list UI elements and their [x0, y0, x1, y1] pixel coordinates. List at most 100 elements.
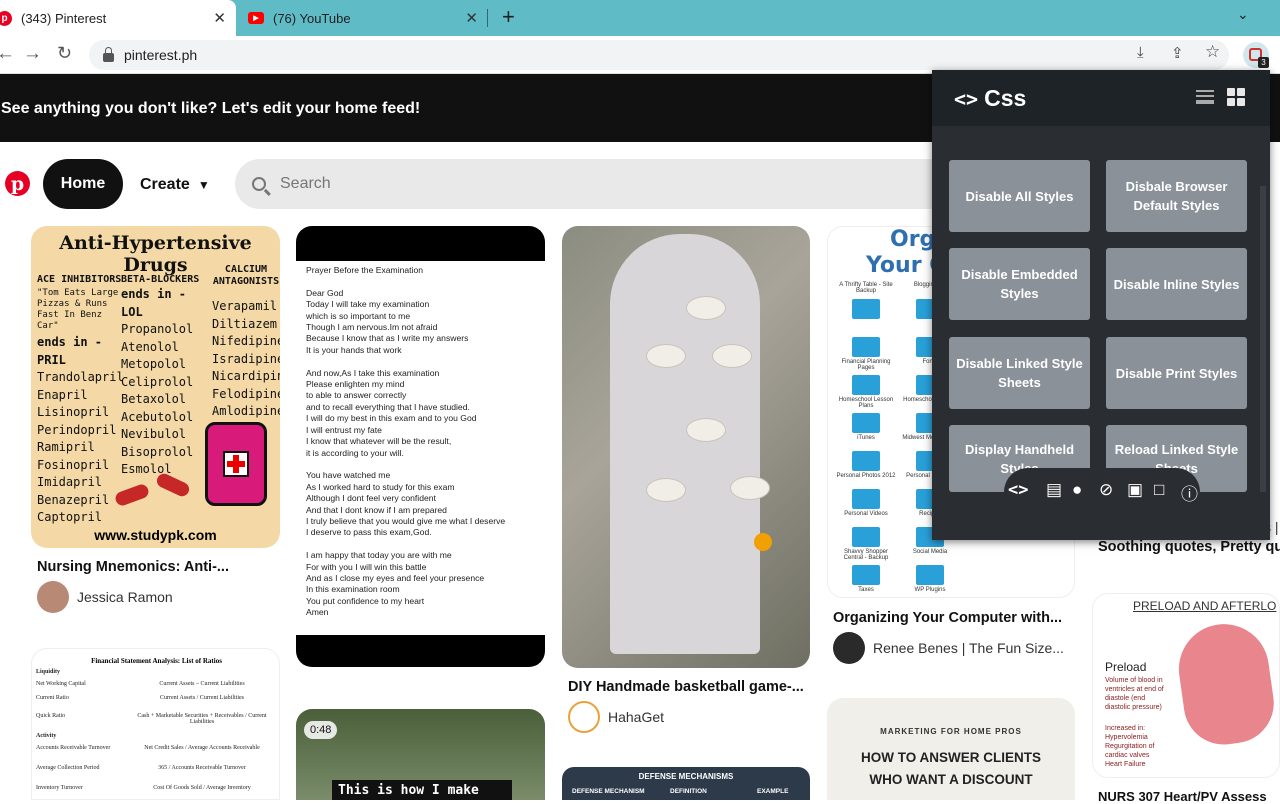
pin-title[interactable]: Nursing Mnemonics: Anti-...	[37, 559, 277, 575]
tab-pinterest[interactable]: p (343) Pinterest ✕	[0, 0, 236, 36]
drug-name: Nicardipine	[212, 369, 280, 383]
pin-title[interactable]: Soothing quotes, Pretty quo	[1098, 539, 1280, 555]
disable-browser-default-styles-button[interactable]: Disbale Browser Default Styles	[1106, 160, 1247, 232]
bookmark-star-icon[interactable]: ☆	[1205, 42, 1220, 62]
close-tab-icon[interactable]: ✕	[465, 9, 478, 27]
drug-name: Atenolol	[121, 339, 179, 354]
heart-illustration	[1173, 618, 1279, 750]
pin-marketing[interactable]: MARKETING FOR HOME PROS HOW TO ANSWER CL…	[827, 698, 1075, 800]
folder-icon	[852, 337, 880, 357]
pin-basketball-game[interactable]	[562, 226, 810, 668]
column-heading: ACE INHIBITORS	[37, 274, 122, 285]
pin-prayer[interactable]: Prayer Before the Examination Dear God T…	[296, 226, 545, 667]
drug-name: Celiprolol	[121, 374, 194, 389]
folder-icon	[916, 565, 944, 585]
pin-title[interactable]: NURS 307 Heart/PV Assess	[1098, 789, 1280, 804]
drug-name: Verapamil	[212, 299, 278, 313]
pin-preload-afterload[interactable]: PRELOAD AND AFTERLO Preload Volume of bl…	[1092, 593, 1280, 778]
folder-label: Social Media	[912, 549, 948, 555]
css-extension-popup: <> Css Disable All Styles Disbale Browser…	[932, 70, 1270, 540]
lock-icon	[103, 46, 114, 62]
share-icon[interactable]: ⇪	[1171, 44, 1184, 62]
prayer-text: Prayer Before the Examination Dear God T…	[296, 261, 545, 635]
defense-title: DEFENSE MECHANISMS	[638, 772, 734, 781]
grid-view-icon[interactable]	[1227, 88, 1246, 107]
square-icon[interactable]: □	[1154, 480, 1164, 500]
ball	[754, 533, 772, 551]
close-tab-icon[interactable]: ✕	[213, 9, 226, 27]
defense-column: DEFINITION	[670, 788, 707, 795]
pin-title[interactable]: DIY Handmade basketball game-...	[568, 679, 808, 695]
install-icon[interactable]: ⤓	[1137, 44, 1144, 61]
cookie-icon[interactable]: ●	[1072, 480, 1082, 500]
home-button[interactable]: Home	[43, 159, 123, 209]
pin-author[interactable]: Renee Benes | The Fun Size...	[833, 632, 1064, 664]
ratio-formula: Cash + Marketable Securities + Receivabl…	[137, 713, 267, 725]
avatar	[833, 632, 865, 664]
pin-title[interactable]: Organizing Your Computer with...	[833, 610, 1073, 626]
image-icon[interactable]: ▣	[1127, 480, 1143, 500]
extension-scrollbar[interactable]	[1260, 186, 1266, 536]
drug-name: Trandolapril	[37, 370, 124, 384]
block-icon[interactable]: ⊘	[1099, 480, 1113, 500]
create-button[interactable]: Create ▼	[140, 176, 210, 194]
disable-all-styles-button[interactable]: Disable All Styles	[949, 160, 1090, 232]
pin-financial-ratios[interactable]: Financial Statement Analysis: List of Ra…	[31, 648, 280, 800]
folder-label: A Thrifty Table - Site Backup	[839, 282, 893, 294]
new-tab-button[interactable]: +	[502, 4, 515, 30]
tab-title: (76) YouTube	[273, 10, 351, 26]
video-caption: This is how I make	[332, 780, 512, 800]
info-icon[interactable]: ⓘ	[1181, 480, 1198, 505]
folder-icon	[852, 489, 880, 509]
preload-label: Preload	[1105, 660, 1147, 674]
forward-icon[interactable]: →	[23, 43, 42, 65]
folder-label: Homeschool Lesson Plans	[838, 397, 894, 409]
banner-text: See anything you don't like? Let's edit …	[1, 100, 421, 117]
preload-increased: Increased in: Hypervolemia Regurgitation…	[1105, 725, 1155, 768]
pinterest-logo-icon[interactable]: p	[5, 171, 30, 196]
search-input[interactable]: Search	[235, 159, 955, 209]
pin-image-footer: www.studypk.com	[94, 527, 217, 543]
tab-search-chevron-icon[interactable]: ⌄	[1237, 6, 1249, 23]
preload-description: Volume of blood in ventricles at end of …	[1105, 677, 1164, 711]
address-bar[interactable]: pinterest.ph	[89, 40, 1229, 70]
disable-print-styles-button[interactable]: Disable Print Styles	[1106, 337, 1247, 409]
pin-author[interactable]: Jessica Ramon	[37, 581, 173, 613]
folder-label: WP Plugins	[914, 587, 946, 593]
reload-icon[interactable]: ↻	[57, 43, 72, 64]
back-icon[interactable]: ←	[0, 43, 15, 65]
ratio-formula: Current Assets – Current Liabilities	[159, 681, 245, 687]
drug-name: Ramipril	[37, 440, 95, 454]
list-view-icon[interactable]	[1196, 90, 1214, 104]
extension-button[interactable]: 3	[1243, 42, 1269, 68]
code-icon: <>	[954, 87, 979, 111]
code-icon[interactable]: <>	[1008, 480, 1028, 500]
drug-name: Perindopril	[37, 422, 117, 437]
pin-video[interactable]: 0:48 This is how I make	[296, 709, 545, 800]
disable-inline-styles-button[interactable]: Disable Inline Styles	[1106, 248, 1247, 320]
drug-name: Imidapril	[37, 475, 103, 489]
disable-embedded-styles-button[interactable]: Disable Embedded Styles	[949, 248, 1090, 320]
folder-icon	[852, 413, 880, 433]
drug-name: Acebutolol	[121, 409, 194, 424]
pin-anti-hypertensive[interactable]: Anti-Hypertensive Drugs ACE INHIBITORS "…	[31, 226, 280, 548]
marketing-headline: HOW TO ANSWER CLIENTS WHO WANT A DISCOUN…	[861, 750, 1041, 787]
extension-title-text: Css	[984, 85, 1027, 111]
drug-name: Felodipine	[212, 386, 280, 401]
folder-icon	[852, 565, 880, 585]
search-placeholder: Search	[280, 175, 331, 192]
disable-linked-style-sheets-button[interactable]: Disable Linked Style Sheets	[949, 337, 1090, 409]
ratio-label: Liquidity	[36, 669, 61, 675]
ratio-formula: 365 / Accounts Receivable Turnover	[158, 765, 246, 771]
tab-youtube[interactable]: ▶ (76) YouTube ✕	[238, 0, 488, 36]
pin-defense-mechanisms[interactable]: DEFENSE MECHANISMS DEFENSE MECHANISM DEF…	[562, 767, 810, 800]
ratio-label: Accounts Receivable Turnover	[36, 745, 111, 751]
folder-label: Financial Planning Pages	[841, 359, 891, 371]
pin-author[interactable]: HahaGet	[568, 701, 664, 733]
extension-header: <> Css	[932, 70, 1270, 126]
folder-icon	[852, 299, 880, 319]
document-icon[interactable]: ▤	[1046, 480, 1062, 500]
tab-title: (343) Pinterest	[21, 10, 107, 26]
drug-name: Fosinopril	[37, 457, 110, 472]
folder-icon	[852, 527, 880, 547]
